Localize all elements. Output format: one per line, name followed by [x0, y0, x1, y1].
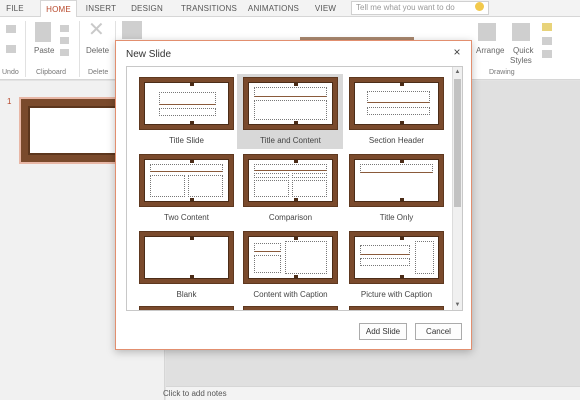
new-slide-icon[interactable]	[122, 21, 142, 39]
tell-me-search[interactable]: Tell me what you want to do	[351, 1, 489, 15]
layout-label: Title Only	[379, 213, 414, 222]
layout-thumbnail-partial[interactable]	[139, 306, 234, 310]
layout-label: Content with Caption	[253, 290, 328, 299]
add-slide-button[interactable]: Add Slide	[359, 323, 407, 340]
layout-label: Comparison	[268, 213, 313, 222]
layout-title-and-content[interactable]: Title and Content	[237, 74, 343, 149]
layout-thumbnail	[139, 154, 234, 207]
shape-effects-icon[interactable]	[542, 50, 552, 58]
layout-blank[interactable]: Blank	[139, 228, 244, 303]
layout-title-only[interactable]: Title Only	[349, 151, 454, 226]
slide-number: 1	[7, 97, 12, 106]
notes-pane[interactable]	[166, 386, 580, 400]
layout-title-slide[interactable]: Title Slide	[139, 74, 244, 149]
cut-icon[interactable]	[60, 25, 69, 32]
layout-content-with-caption[interactable]: Content with Caption	[243, 228, 348, 303]
tab-insert[interactable]: INSERT	[84, 0, 118, 17]
layout-label: Picture with Caption	[360, 290, 433, 299]
delete-group-label: Delete	[88, 69, 109, 76]
layout-label: Two Content	[164, 213, 209, 222]
layout-section-header[interactable]: Section Header	[349, 74, 454, 149]
lightbulb-icon	[475, 2, 484, 11]
delete-button[interactable]: Delete	[86, 46, 109, 55]
clipboard-group-label: Clipboard	[36, 69, 66, 76]
quick-styles-line1[interactable]: Quick	[513, 46, 533, 55]
paste-icon[interactable]	[35, 22, 51, 42]
layout-thumbnail	[243, 231, 338, 284]
scroll-thumb[interactable]	[454, 79, 461, 207]
arrange-button[interactable]: Arrange	[476, 46, 504, 55]
delete-x-icon[interactable]: ✕	[88, 19, 105, 41]
layout-two-content[interactable]: Two Content	[139, 151, 244, 226]
tab-animations[interactable]: ANIMATIONS	[246, 0, 301, 17]
layout-thumbnail	[139, 231, 234, 284]
drawing-group-label: Drawing	[489, 69, 515, 76]
quick-styles-line2[interactable]: Styles	[510, 56, 532, 65]
redo-icon[interactable]	[6, 45, 16, 53]
tab-file[interactable]: FILE	[4, 0, 26, 17]
undo-icon[interactable]	[6, 25, 16, 33]
tab-home[interactable]: HOME	[40, 0, 77, 18]
ribbon-tab-bar: FILE HOME INSERT DESIGN TRANSITIONS ANIM…	[0, 0, 580, 18]
layout-gallery: Title Slide Title and Content Section He…	[126, 66, 463, 311]
gallery-scrollbar[interactable]: ▲ ▼	[452, 67, 462, 310]
layout-label: Section Header	[368, 136, 425, 145]
layout-thumbnail	[349, 77, 444, 130]
format-painter-icon[interactable]	[60, 49, 69, 56]
copy-icon[interactable]	[60, 37, 69, 44]
layout-comparison[interactable]: Comparison	[243, 151, 348, 226]
shape-outline-icon[interactable]	[542, 37, 552, 45]
layout-thumbnail-partial[interactable]	[243, 306, 338, 310]
layout-thumbnail-partial[interactable]	[349, 306, 444, 310]
layout-thumbnail	[243, 77, 338, 130]
arrange-icon[interactable]	[478, 23, 496, 41]
new-slide-dialog: New Slide × Title Slide Title and Conten…	[115, 40, 472, 350]
ribbon-separator	[79, 21, 80, 77]
layout-thumbnail	[243, 154, 338, 207]
layout-thumbnail	[349, 154, 444, 207]
tab-design[interactable]: DESIGN	[128, 0, 166, 17]
layout-thumbnail	[139, 77, 234, 130]
scroll-down-arrow-icon[interactable]: ▼	[453, 300, 462, 310]
layout-label: Blank	[176, 290, 197, 299]
layout-label: Title and Content	[260, 136, 321, 145]
layout-picture-with-caption[interactable]: Picture with Caption	[349, 228, 454, 303]
undo-group-label: Undo	[2, 69, 19, 76]
layout-thumbnail	[349, 231, 444, 284]
quick-styles-icon[interactable]	[512, 23, 530, 41]
tab-transitions[interactable]: TRANSITIONS	[178, 0, 240, 17]
tab-view[interactable]: VIEW	[313, 0, 338, 17]
scroll-up-arrow-icon[interactable]: ▲	[453, 67, 462, 77]
cancel-button[interactable]: Cancel	[415, 323, 462, 340]
layout-label: Title Slide	[169, 136, 204, 145]
notes-placeholder[interactable]: Click to add notes	[163, 389, 227, 398]
paste-button[interactable]: Paste	[34, 46, 54, 55]
ribbon-separator	[25, 21, 26, 77]
dialog-title: New Slide	[126, 49, 172, 60]
shape-fill-icon[interactable]	[542, 23, 552, 31]
close-icon[interactable]: ×	[450, 45, 464, 59]
